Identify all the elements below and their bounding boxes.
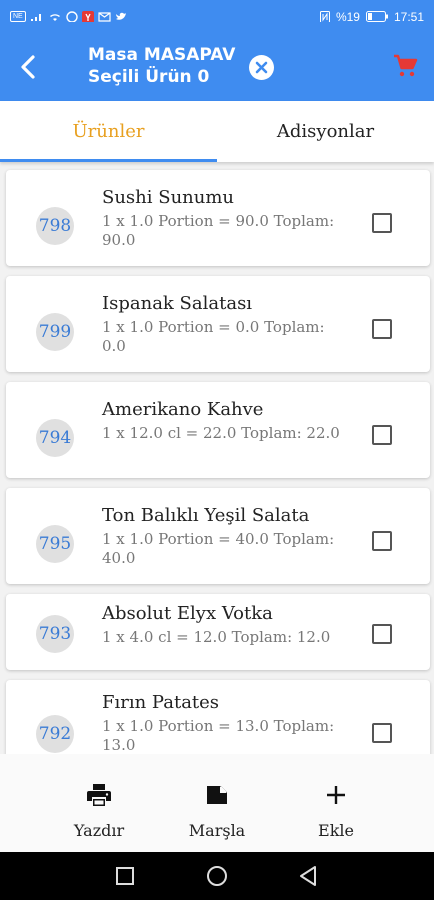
tab-bills[interactable]: Adisyonlar <box>217 101 434 162</box>
print-label: Yazdır <box>73 821 125 840</box>
battery-icon <box>365 11 388 22</box>
close-icon <box>255 61 268 74</box>
home-icon[interactable] <box>205 864 229 888</box>
select-checkbox[interactable] <box>372 531 392 551</box>
product-detail: 1 x 1.0 Portion = 40.0 Toplam: 40.0 <box>102 530 335 567</box>
printer-icon <box>87 784 111 806</box>
list-item[interactable]: 795 Ton Balıklı Yeşil Salata 1 x 1.0 Por… <box>6 488 430 584</box>
list-item[interactable]: 792 Fırın Patates 1 x 1.0 Portion = 13.0… <box>6 680 430 754</box>
gmail-icon <box>98 12 111 22</box>
cart-icon[interactable] <box>392 53 418 79</box>
product-code-avatar: 798 <box>36 207 74 245</box>
product-detail: 1 x 1.0 Portion = 0.0 Toplam: 0.0 <box>102 318 325 355</box>
product-name: Absolut Elyx Votka <box>102 603 273 624</box>
select-checkbox[interactable] <box>372 723 392 743</box>
product-code-avatar: 794 <box>36 419 74 457</box>
product-detail: 1 x 1.0 Portion = 13.0 Toplam: 13.0 <box>102 717 335 754</box>
wifi-icon <box>49 14 60 21</box>
send-to-kitchen-button[interactable]: Marşla <box>162 754 272 852</box>
recents-icon[interactable] <box>113 864 137 888</box>
send-label: Marşla <box>188 821 246 840</box>
clear-selection-button[interactable] <box>249 55 274 80</box>
status-bar: NE %19 17:51 <box>0 0 434 33</box>
product-code-avatar: 793 <box>36 615 74 653</box>
list-item[interactable]: 799 Ispanak Salatası 1 x 1.0 Portion = 0… <box>6 276 430 372</box>
twitter-icon <box>115 12 126 20</box>
product-name: Fırın Patates <box>102 692 220 713</box>
product-name: Ispanak Salatası <box>102 293 253 314</box>
page-title: Masa MASAPAV Seçili Ürün 0 <box>88 44 235 88</box>
select-checkbox[interactable] <box>372 425 392 445</box>
product-name: Amerikano Kahve <box>102 399 264 420</box>
add-label: Ekle <box>318 821 354 840</box>
yandex-icon <box>81 11 94 22</box>
product-name: Ton Balıklı Yeşil Salata <box>102 505 310 526</box>
product-name: Sushi Sunumu <box>102 187 235 208</box>
back-icon[interactable] <box>297 864 321 888</box>
status-badge: NE <box>10 11 26 22</box>
tab-bar: Ürünler Adisyonlar <box>0 101 434 162</box>
product-code-avatar: 799 <box>36 313 74 351</box>
send-icon <box>207 786 227 804</box>
system-nav-bar <box>0 852 434 900</box>
add-button[interactable]: Ekle <box>281 754 391 852</box>
product-detail: 1 x 1.0 Portion = 90.0 Toplam: 90.0 <box>102 212 335 249</box>
list-item[interactable]: 794 Amerikano Kahve 1 x 12.0 cl = 22.0 T… <box>6 382 430 478</box>
app-bar: Masa MASAPAV Seçili Ürün 0 <box>0 33 434 101</box>
select-checkbox[interactable] <box>372 624 392 644</box>
nfc-icon <box>319 11 330 22</box>
back-arrow-icon[interactable] <box>16 53 42 81</box>
list-item[interactable]: 798 Sushi Sunumu 1 x 1.0 Portion = 90.0 … <box>6 170 430 266</box>
table-name: Masa MASAPAV <box>88 45 236 65</box>
selected-count: Seçili Ürün 0 <box>88 67 210 87</box>
whatsapp-icon <box>66 11 78 22</box>
product-list[interactable]: 798 Sushi Sunumu 1 x 1.0 Portion = 90.0 … <box>0 162 434 754</box>
print-button[interactable]: Yazdır <box>44 754 154 852</box>
product-code-avatar: 795 <box>36 525 74 563</box>
list-item[interactable]: 793 Absolut Elyx Votka 1 x 4.0 cl = 12.0… <box>6 594 430 670</box>
action-bar: Yazdır Marşla Ekle <box>0 754 434 852</box>
signal-icon <box>30 14 41 21</box>
product-code-avatar: 792 <box>36 715 74 753</box>
select-checkbox[interactable] <box>372 319 392 339</box>
battery-percent: %19 <box>335 9 360 24</box>
select-checkbox[interactable] <box>372 213 392 233</box>
product-detail: 1 x 4.0 cl = 12.0 Toplam: 12.0 <box>102 628 331 646</box>
product-detail: 1 x 12.0 cl = 22.0 Toplam: 22.0 <box>102 424 340 442</box>
tab-products[interactable]: Ürünler <box>0 101 217 162</box>
plus-icon <box>327 786 345 804</box>
clock: 17:51 <box>393 9 424 24</box>
